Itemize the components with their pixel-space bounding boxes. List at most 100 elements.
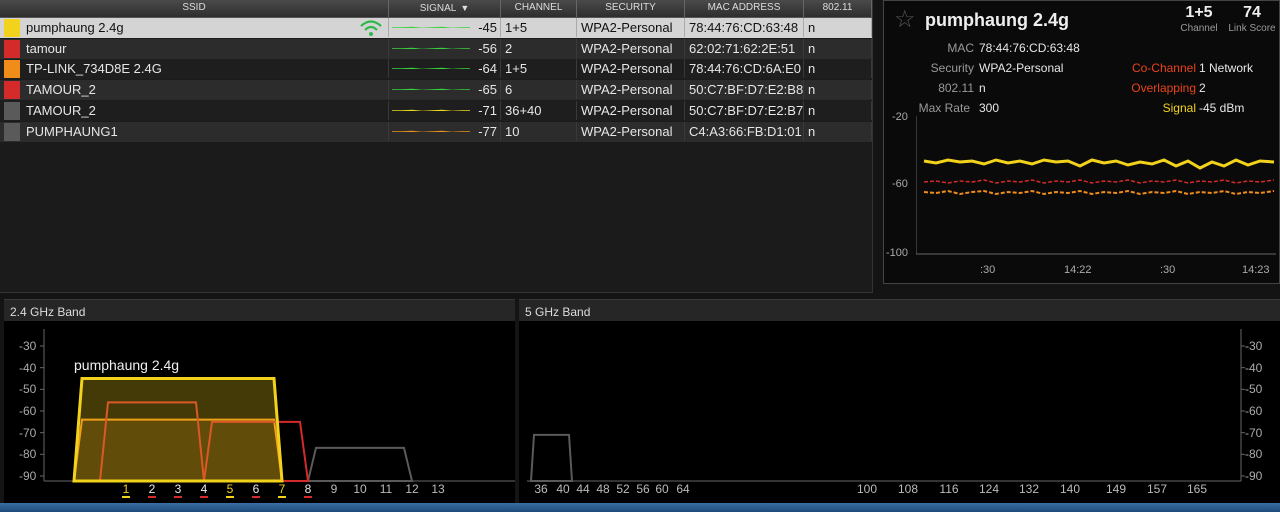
cell-security: WPA2-Personal	[577, 38, 685, 58]
graph-x-tick: :30	[980, 264, 996, 276]
channel-label: 3	[174, 482, 182, 496]
cell-80211: n	[804, 121, 872, 141]
channel-label: 7	[278, 482, 286, 496]
detail-mode-label: 802.11	[938, 81, 974, 95]
cell-mac-address: 50:C7:BF:D7:E2:B8	[685, 80, 804, 100]
signal-sparkline	[392, 47, 470, 49]
channel-underline	[122, 496, 130, 498]
detail-security-value: WPA2-Personal	[979, 61, 1064, 75]
cell-security: WPA2-Personal	[577, 18, 685, 37]
network-color-swatch	[4, 39, 20, 58]
column-header-ssid[interactable]: SSID	[0, 0, 389, 17]
band-5-svg	[527, 329, 1245, 482]
signal-value: -45	[478, 20, 497, 35]
band-24-title: 2.4 GHz Band	[10, 305, 86, 319]
column-header-label: SSID	[182, 2, 206, 13]
column-header-label: SECURITY	[605, 2, 656, 13]
band-5-network-shape	[529, 433, 574, 482]
detail-cochannel-value: 1 Network	[1199, 61, 1254, 75]
channel-label: 124	[978, 482, 1000, 496]
table-row[interactable]: pumphaung 2.4g -45 1+5 WPA2-Personal 78:44:7…	[0, 18, 872, 38]
detail-security-label: Security	[930, 61, 974, 75]
channel-label: 36	[534, 482, 548, 496]
signal-history-line-signal	[923, 158, 1275, 170]
cell-security: WPA2-Personal	[577, 80, 685, 100]
table-row[interactable]: tamour -56 2 WPA2-Personal 62:02:71:62:2E:51…	[0, 38, 872, 59]
column-header-mac-address[interactable]: MAC ADDRESS	[685, 0, 804, 17]
channel-label: 2	[148, 482, 156, 496]
table-header: SSID SIGNAL ▼ CHANNEL SECURITY MAC ADDRES…	[0, 0, 872, 18]
channel-label: 100	[856, 482, 878, 496]
ssid-text: TP-LINK_734D8E 2.4G	[26, 61, 162, 77]
graph-x-tick: :30	[1160, 264, 1176, 276]
cell-mac-address: 78:44:76:CD:63:48	[685, 18, 804, 37]
channel-label: 132	[1018, 482, 1040, 496]
cell-channel: 36+40	[501, 100, 577, 120]
cell-signal: -45	[389, 18, 501, 37]
detail-signal-value: -45 dBm	[1199, 101, 1245, 115]
column-header-channel[interactable]: CHANNEL	[501, 0, 577, 17]
cell-channel: 2	[501, 38, 577, 58]
table-row[interactable]: TP-LINK_734D8E 2.4G -64 1+5 WPA2-Personal 78…	[0, 59, 872, 80]
column-header-label: MAC ADDRESS	[707, 2, 781, 13]
channel-label: 64	[676, 482, 690, 496]
signal-history-line-cochannel	[923, 179, 1275, 184]
cell-security: WPA2-Personal	[577, 59, 685, 79]
cell-signal: -56	[389, 38, 501, 58]
cell-80211: n	[804, 100, 872, 120]
column-header-security[interactable]: SECURITY	[577, 0, 685, 17]
channel-label: 12	[405, 482, 419, 496]
cell-80211: n	[804, 38, 872, 58]
band-24-network-shape	[72, 377, 284, 483]
ssid-text: pumphaung 2.4g	[26, 20, 124, 35]
graph-x-tick: 14:22	[1064, 264, 1092, 276]
cell-mac-address: 62:02:71:62:2E:51	[685, 38, 804, 58]
cell-signal: -71	[389, 100, 501, 120]
ssid-text: PUMPHAUNG1	[26, 123, 118, 139]
network-color-swatch	[4, 81, 20, 100]
cell-mac-address: 50:C7:BF:D7:E2:B7	[685, 100, 804, 120]
network-color-swatch	[4, 101, 20, 120]
cell-signal: -65	[389, 80, 501, 100]
network-color-swatch	[4, 60, 20, 79]
cell-80211: n	[804, 80, 872, 100]
detail-ssid: pumphaung 2.4g	[925, 10, 1069, 30]
channel-label: 13	[431, 482, 445, 496]
channel-label: 149	[1105, 482, 1127, 496]
channel-label: 6	[252, 482, 260, 496]
network-detail-panel: ☆ pumphaung 2.4g 1+5 Channel 74 Link Sco…	[883, 0, 1280, 284]
cell-ssid: TP-LINK_734D8E 2.4G	[0, 59, 389, 79]
band-5-title: 5 GHz Band	[525, 305, 591, 319]
cell-security: WPA2-Personal	[577, 100, 685, 120]
band-24-network-shape	[306, 446, 414, 482]
detail-max-rate-value: 300	[979, 101, 1000, 115]
detail-mac-value: 78:44:76:CD:63:48	[979, 41, 1080, 55]
column-header-signal[interactable]: SIGNAL ▼	[389, 0, 501, 17]
channel-underline	[148, 496, 156, 498]
cell-channel: 6	[501, 80, 577, 100]
table-row[interactable]: TAMOUR_2 -65 6 WPA2-Personal 50:C7:BF:D7:E2:…	[0, 80, 872, 101]
cell-80211: n	[804, 18, 872, 37]
channel-label: 10	[353, 482, 367, 496]
channel-label: 11	[379, 482, 393, 496]
detail-max-rate-label: Max Rate	[918, 101, 970, 115]
channel-label: 1	[122, 482, 130, 496]
channel-label: 165	[1186, 482, 1208, 496]
band-5-chart: -30 -40 -50 -60 -70 -80 -90 36 40 44 48 52 56 60 64 10…	[519, 321, 1280, 503]
star-outline-icon[interactable]: ☆	[894, 5, 916, 34]
column-header-80211[interactable]: 802.11	[804, 0, 872, 17]
channel-label: 108	[897, 482, 919, 496]
ssid-text: tamour	[26, 40, 67, 56]
channel-label: 8	[304, 482, 312, 496]
signal-value: -71	[478, 102, 497, 118]
cell-signal: -77	[389, 121, 501, 141]
cell-channel: 1+5	[501, 18, 577, 37]
table-row[interactable]: TAMOUR_2 -71 36+40 WPA2-Personal 50:C7:BF:D7…	[0, 100, 872, 121]
band-5-header: 5 GHz Band	[519, 299, 1280, 321]
cell-ssid: tamour	[0, 38, 389, 58]
band-24-header: 2.4 GHz Band	[4, 299, 515, 321]
detail-channel-value: 1+5	[1185, 4, 1213, 21]
table-row[interactable]: PUMPHAUNG1 -77 10 WPA2-Personal C4:A3:66:FB:…	[0, 121, 872, 142]
detail-overlapping-label: Overlapping	[1131, 81, 1196, 95]
signal-sparkline	[392, 26, 470, 28]
